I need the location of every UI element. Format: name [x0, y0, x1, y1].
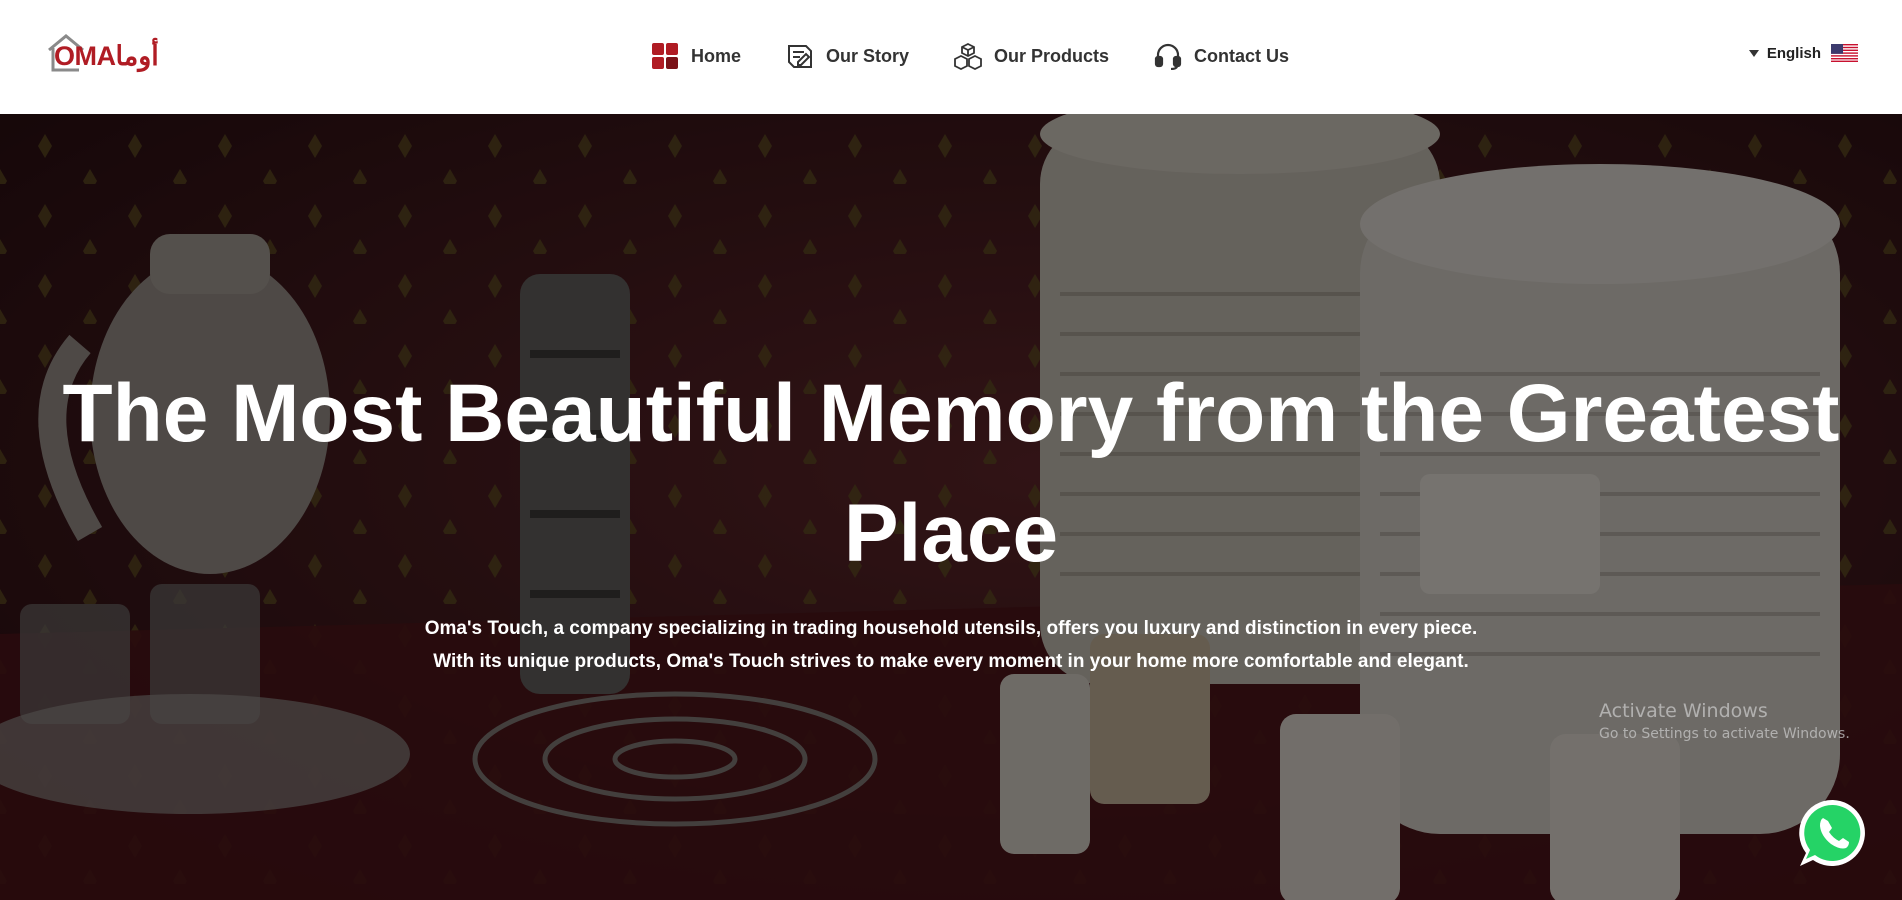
whatsapp-icon [1799, 799, 1865, 866]
nav-contact-us[interactable]: Contact Us [1153, 41, 1289, 71]
site-header: OMAأوما Home Our Story Our Products Cont… [0, 0, 1902, 114]
whatsapp-button[interactable] [1796, 796, 1870, 870]
logo-latin: OMA [54, 41, 116, 71]
boxes-icon [953, 41, 983, 71]
language-selector[interactable]: English [1748, 44, 1858, 62]
activate-windows-title: Activate Windows [1599, 700, 1768, 722]
activate-windows-watermark: Activate Windows Go to Settings to activ… [1599, 700, 1850, 742]
activate-windows-subtitle: Go to Settings to activate Windows. [1599, 726, 1850, 742]
hero-subtitle-line1: Oma's Touch, a company specializing in t… [424, 618, 1478, 639]
logo-arabic: أوما [115, 41, 160, 71]
hero-subtitle: Oma's Touch, a company specializing in t… [0, 612, 1902, 678]
nav-our-products[interactable]: Our Products [953, 41, 1109, 71]
main-nav: Home Our Story Our Products Contact Us [650, 36, 1333, 76]
grid-squares-icon [650, 41, 680, 71]
nav-our-story-label: Our Story [826, 45, 910, 66]
nav-our-products-label: Our Products [994, 45, 1110, 66]
headset-icon [1153, 41, 1183, 71]
nav-home[interactable]: Home [650, 41, 741, 71]
logo-wordmark: OMAأوما [54, 41, 159, 72]
us-flag-icon [1831, 44, 1858, 62]
caret-down-icon [1748, 49, 1759, 57]
language-label: English [1766, 44, 1821, 62]
nav-contact-us-label: Contact Us [1194, 45, 1290, 66]
hero-subtitle-line2: With its unique products, Oma's Touch st… [433, 651, 1469, 672]
nav-our-story[interactable]: Our Story [785, 41, 909, 71]
book-history-icon [785, 41, 815, 71]
nav-home-label: Home [691, 45, 742, 66]
hero-title: The Most Beautiful Memory from the Great… [62, 368, 1840, 579]
site-logo[interactable]: OMAأوما [46, 32, 172, 78]
hero-banner: The Most Beautiful Memory from the Great… [0, 114, 1902, 900]
